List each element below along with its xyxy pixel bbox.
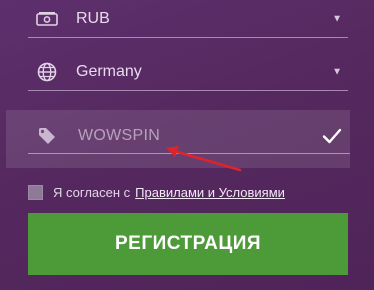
currency-value: RUB (76, 9, 110, 27)
currency-select[interactable]: RUB ▼ (28, 0, 348, 38)
terms-agreement: Я согласен с Правилами и Условиями (28, 182, 285, 202)
money-icon (36, 8, 58, 30)
globe-icon (36, 61, 58, 83)
terms-checkbox[interactable] (28, 184, 43, 200)
register-button[interactable]: РЕГИСТРАЦИЯ (28, 213, 348, 275)
chevron-down-icon: ▼ (332, 13, 342, 24)
country-select[interactable]: Germany ▼ (28, 53, 348, 91)
country-value: Germany (76, 62, 142, 80)
annotation-arrow (166, 146, 242, 172)
chevron-down-icon: ▼ (332, 66, 342, 77)
terms-text: Я согласен с (53, 184, 131, 200)
tag-icon (36, 125, 58, 147)
terms-link[interactable]: Правилами и Условиями (135, 185, 285, 200)
promo-code-value: WOWSPIN (78, 126, 161, 144)
checkmark-icon (322, 126, 342, 146)
